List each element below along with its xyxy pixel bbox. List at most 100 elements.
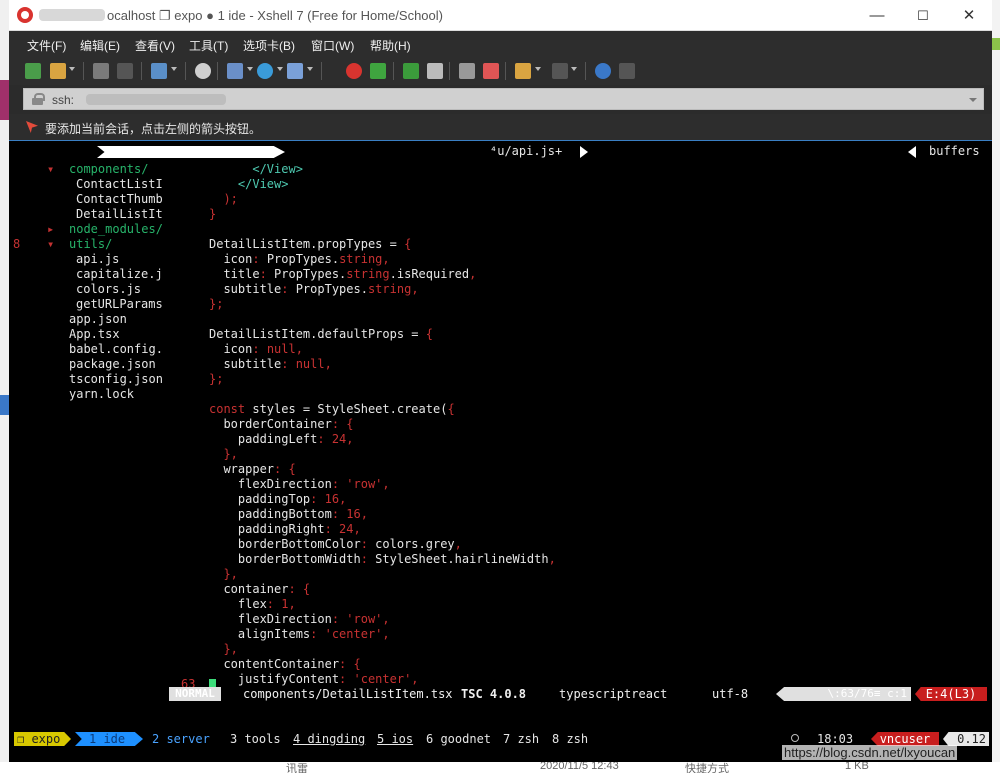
code-line: }, (209, 642, 238, 656)
tree-file[interactable]: DetailListIt (76, 207, 163, 222)
code-line: } (209, 207, 217, 221)
menu-tools[interactable]: 工具(T) (189, 37, 228, 54)
xshell-app-icon (17, 7, 33, 23)
code-line: paddingRight: 24, (209, 522, 361, 536)
minimize-button[interactable]: — (854, 0, 900, 31)
tmux-window[interactable]: 7 zsh (503, 732, 539, 746)
code-line: </View> (209, 162, 303, 176)
new-session-icon[interactable] (25, 63, 41, 79)
tmux-load: 0.12 (943, 732, 989, 746)
code-line: DetailListItem.defaultProps = { (209, 327, 433, 341)
code-line: borderBottomWidth: StyleSheet.hairlineWi… (209, 552, 556, 566)
close-button[interactable]: ✕ (946, 0, 992, 31)
status-file: components/DetailListItem.tsx (243, 687, 453, 701)
xftp-icon[interactable] (346, 63, 362, 79)
tree-fold-icon[interactable]: ▸ (47, 222, 54, 237)
maximize-button[interactable]: ☐ (900, 0, 946, 31)
menu-window[interactable]: 窗口(W) (311, 37, 354, 54)
tree-file[interactable]: babel.config. (69, 342, 163, 357)
highlight-icon[interactable] (483, 63, 499, 79)
file-name: 讯雷 (286, 763, 308, 773)
code-line: flexDirection: 'row', (209, 612, 390, 626)
code-line: icon: null, (209, 342, 303, 356)
hint-bar: 要添加当前会话，点击左侧的箭头按钮。 (9, 114, 992, 140)
tree-file[interactable]: ContactListI (76, 177, 163, 192)
code-line: }, (209, 447, 238, 461)
tree-folder[interactable]: components/ (69, 162, 148, 177)
tmux-window[interactable]: 6 goodnet (426, 732, 491, 746)
code-line: alignItems: 'center', (209, 627, 390, 641)
tree-file[interactable]: app.json (69, 312, 127, 327)
chat-icon[interactable] (619, 63, 635, 79)
tree-folder[interactable]: utils/ (69, 237, 112, 252)
chevron-down-icon[interactable] (969, 98, 977, 102)
toolbar (9, 57, 992, 85)
fullscreen-icon[interactable] (403, 63, 419, 79)
tree-file[interactable]: tsconfig.json (69, 372, 163, 387)
keyboard-icon[interactable] (459, 63, 475, 79)
tmux-session[interactable]: ❐ expo (14, 732, 71, 746)
compose-icon[interactable] (515, 63, 531, 79)
xmanager-icon[interactable] (370, 63, 386, 79)
help-icon[interactable] (595, 63, 611, 79)
find-icon[interactable] (195, 63, 211, 79)
code-line: container: { (209, 582, 311, 596)
file-size: 1 KB (845, 762, 869, 772)
tree-folder[interactable]: node_modules/ (69, 222, 163, 237)
tree-fold-icon[interactable]: ▾ (47, 162, 54, 177)
tmux-window[interactable]: 5 ios (377, 732, 413, 746)
menu-view[interactable]: 查看(V) (135, 37, 175, 54)
code-line: }; (209, 297, 224, 311)
buffers-label: buffers (929, 144, 980, 158)
tree-file[interactable]: App.tsx (69, 327, 120, 342)
redacted-address (86, 94, 226, 105)
tree-fold-icon[interactable]: ▾ (47, 237, 54, 252)
window-title: ocalhost ❐ expo ● 1 ide - Xshell 7 (Free… (107, 8, 443, 23)
globe-icon[interactable] (257, 63, 273, 79)
open-folder-icon[interactable] (50, 63, 66, 79)
tmux-active-window[interactable]: 1 ide (75, 732, 143, 746)
tree-file[interactable]: colors.js (76, 282, 141, 297)
menu-file[interactable]: 文件(F) (27, 37, 66, 54)
clock-icon (791, 734, 799, 742)
menu-tabs[interactable]: 选项卡(B) (243, 37, 295, 54)
properties-icon[interactable] (227, 63, 243, 79)
menu-bar: 文件(F) 编辑(E) 查看(V) 工具(T) 选项卡(B) 窗口(W) 帮助(… (9, 31, 992, 57)
new-tab-icon[interactable] (151, 63, 167, 79)
connect-icon[interactable] (93, 63, 109, 79)
lock-icon (32, 93, 45, 105)
menu-help[interactable]: 帮助(H) (370, 37, 411, 54)
title-bar: ocalhost ❐ expo ● 1 ide - Xshell 7 (Free… (9, 0, 992, 31)
font-icon[interactable] (287, 63, 303, 79)
code-line: borderBottomColor: colors.grey, (209, 537, 462, 551)
code-line: justifyContent: 'center', (209, 672, 419, 686)
desktop-left-edge (0, 0, 9, 773)
tmux-time: 18:03 (817, 732, 854, 746)
tree-file[interactable]: package.json (69, 357, 156, 372)
tree-file[interactable]: capitalize.j (76, 267, 163, 282)
lock-icon[interactable] (427, 63, 443, 79)
terminal[interactable]: ⁴u/api.js+ buffers ▾ components/ContactLi… (9, 140, 992, 762)
code-line: paddingBottom: 16, (209, 507, 368, 521)
layout-icon[interactable] (552, 63, 568, 79)
tree-file[interactable]: yarn.lock (69, 387, 134, 402)
menu-edit[interactable]: 编辑(E) (80, 37, 120, 54)
tree-file[interactable]: api.js (76, 252, 119, 267)
arrow-pointer-icon (26, 121, 38, 133)
status-position: \:63/76≡ c:1 (776, 687, 911, 701)
address-bar[interactable]: ssh: (23, 88, 984, 110)
tmux-window[interactable]: 2 server (152, 732, 210, 746)
tmux-window[interactable]: 3 tools (230, 732, 281, 746)
address-input[interactable]: ssh: (52, 93, 74, 107)
tree-file[interactable]: ContactThumb (76, 192, 163, 207)
tree-file[interactable]: getURLParams (76, 297, 163, 312)
disconnect-icon[interactable] (117, 63, 133, 79)
code-line: const styles = StyleSheet.create({ (209, 402, 455, 416)
tmux-window[interactable]: 4 dingding (293, 732, 365, 746)
code-line: icon: PropTypes.string, (209, 252, 390, 266)
tmux-window[interactable]: 8 zsh (552, 732, 588, 746)
vim-tabline: ⁴u/api.js+ buffers (9, 144, 992, 160)
file-date: 2020/11/5 12:43 (540, 762, 619, 772)
tab-filename[interactable]: ⁴u/api.js+ (490, 144, 562, 158)
status-filetype: typescriptreact (559, 687, 668, 701)
